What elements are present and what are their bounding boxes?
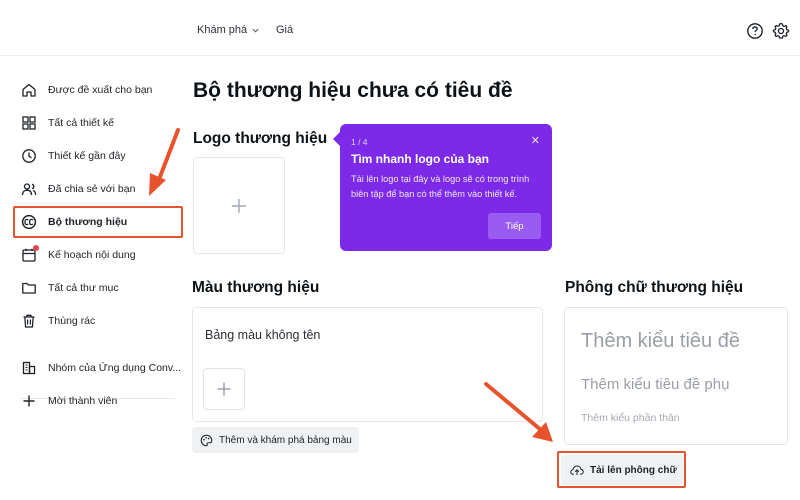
calendar-icon bbox=[20, 245, 39, 264]
sidebar-item-label: Mời thành viên bbox=[48, 395, 118, 407]
sidebar-item-recommended[interactable]: Được đề xuất cho bạn bbox=[20, 77, 185, 103]
sidebar-item-label: Được đề xuất cho bạn bbox=[48, 84, 153, 96]
nav-price-link[interactable]: Giá bbox=[276, 24, 293, 36]
font-styles-card: Thêm kiểu tiêu đề Thêm kiểu tiêu đề phụ … bbox=[564, 307, 788, 445]
tooltip-title: Tìm nhanh logo của bạn bbox=[351, 152, 489, 166]
clock-icon bbox=[20, 147, 38, 165]
add-explore-palette-button[interactable]: Thêm và khám phá bảng màu bbox=[192, 427, 359, 453]
tooltip-body: Tải lên logo tại đây và logo sẽ có trong… bbox=[351, 174, 530, 199]
palette-button-label: Thêm và khám phá bảng màu bbox=[219, 434, 352, 446]
sidebar: Được đề xuất cho bạn Tất cả thiết kế Thi… bbox=[0, 56, 190, 500]
page-title: Bộ thương hiệu chưa có tiêu đề bbox=[193, 79, 513, 102]
sidebar-item-trash[interactable]: Thùng rác bbox=[20, 308, 185, 334]
onboarding-tooltip: 1 / 4 ✕ Tìm nhanh logo của bạn Tải lên l… bbox=[333, 124, 552, 251]
nav-explore-label: Khám phá bbox=[197, 24, 248, 36]
brand-kit-highlight-box bbox=[13, 206, 183, 238]
sidebar-item-label: Tất cả thiết kế bbox=[48, 117, 114, 129]
team-building-icon bbox=[20, 359, 38, 377]
logo-section-title: Logo thương hiệu bbox=[193, 130, 328, 147]
sidebar-item-label: Thùng rác bbox=[48, 315, 96, 327]
nav-explore-menu[interactable]: Khám phá bbox=[197, 24, 260, 36]
sidebar-item-folders[interactable]: Tất cả thư mục bbox=[20, 275, 185, 301]
add-heading-style[interactable]: Thêm kiểu tiêu đề bbox=[581, 330, 740, 353]
trash-icon bbox=[20, 312, 38, 330]
palette-name[interactable]: Bảng màu không tên bbox=[205, 328, 320, 342]
sidebar-item-label: Nhóm của Ứng dụng Conv... bbox=[48, 362, 182, 374]
help-icon[interactable] bbox=[746, 22, 764, 40]
plus-icon bbox=[20, 392, 38, 410]
close-icon[interactable]: ✕ bbox=[531, 134, 540, 147]
sidebar-item-label: Thiết kế gần đây bbox=[48, 150, 126, 162]
nav-price-label: Giá bbox=[276, 24, 294, 36]
palette-card: Bảng màu không tên bbox=[192, 307, 543, 422]
tooltip-next-button[interactable]: Tiếp bbox=[488, 213, 541, 239]
sidebar-item-label: Tất cả thư mục bbox=[48, 282, 119, 294]
add-color-button[interactable] bbox=[203, 368, 245, 410]
notification-dot bbox=[33, 245, 39, 251]
palette-icon bbox=[200, 434, 213, 446]
add-subheading-style[interactable]: Thêm kiểu tiêu đề phụ bbox=[581, 376, 729, 393]
sidebar-item-label: Đã chia sẻ với bạn bbox=[48, 183, 136, 195]
chevron-down-icon bbox=[252, 28, 259, 33]
sidebar-item-invite[interactable]: Mời thành viên bbox=[20, 388, 185, 414]
sidebar-item-all-designs[interactable]: Tất cả thiết kế bbox=[20, 110, 185, 136]
home-icon bbox=[20, 81, 38, 99]
shared-users-icon bbox=[20, 180, 38, 198]
tooltip-step-counter: 1 / 4 bbox=[351, 137, 368, 147]
add-logo-button[interactable] bbox=[193, 157, 285, 254]
sidebar-item-shared[interactable]: Đã chia sẻ với bạn bbox=[20, 176, 185, 202]
tooltip-pointer bbox=[333, 132, 340, 146]
sidebar-item-content-planner[interactable]: Kế hoạch nội dung bbox=[20, 242, 185, 268]
sidebar-item-label: Kế hoạch nội dung bbox=[48, 249, 136, 261]
color-section-title: Màu thương hiệu bbox=[192, 279, 320, 296]
font-section-title: Phông chữ thương hiệu bbox=[565, 279, 744, 296]
plus-icon bbox=[217, 382, 231, 396]
sidebar-item-recent[interactable]: Thiết kế gần đây bbox=[20, 143, 185, 169]
sidebar-item-team[interactable]: Nhóm của Ứng dụng Conv... bbox=[20, 355, 185, 381]
plus-icon bbox=[232, 198, 246, 213]
add-body-style[interactable]: Thêm kiểu phần thân bbox=[581, 412, 680, 424]
gear-icon[interactable] bbox=[772, 22, 790, 40]
folder-icon bbox=[20, 279, 38, 297]
upload-highlight-box bbox=[557, 451, 686, 488]
top-bar: Khám phá Giá bbox=[0, 0, 800, 56]
grid-icon bbox=[20, 114, 38, 132]
